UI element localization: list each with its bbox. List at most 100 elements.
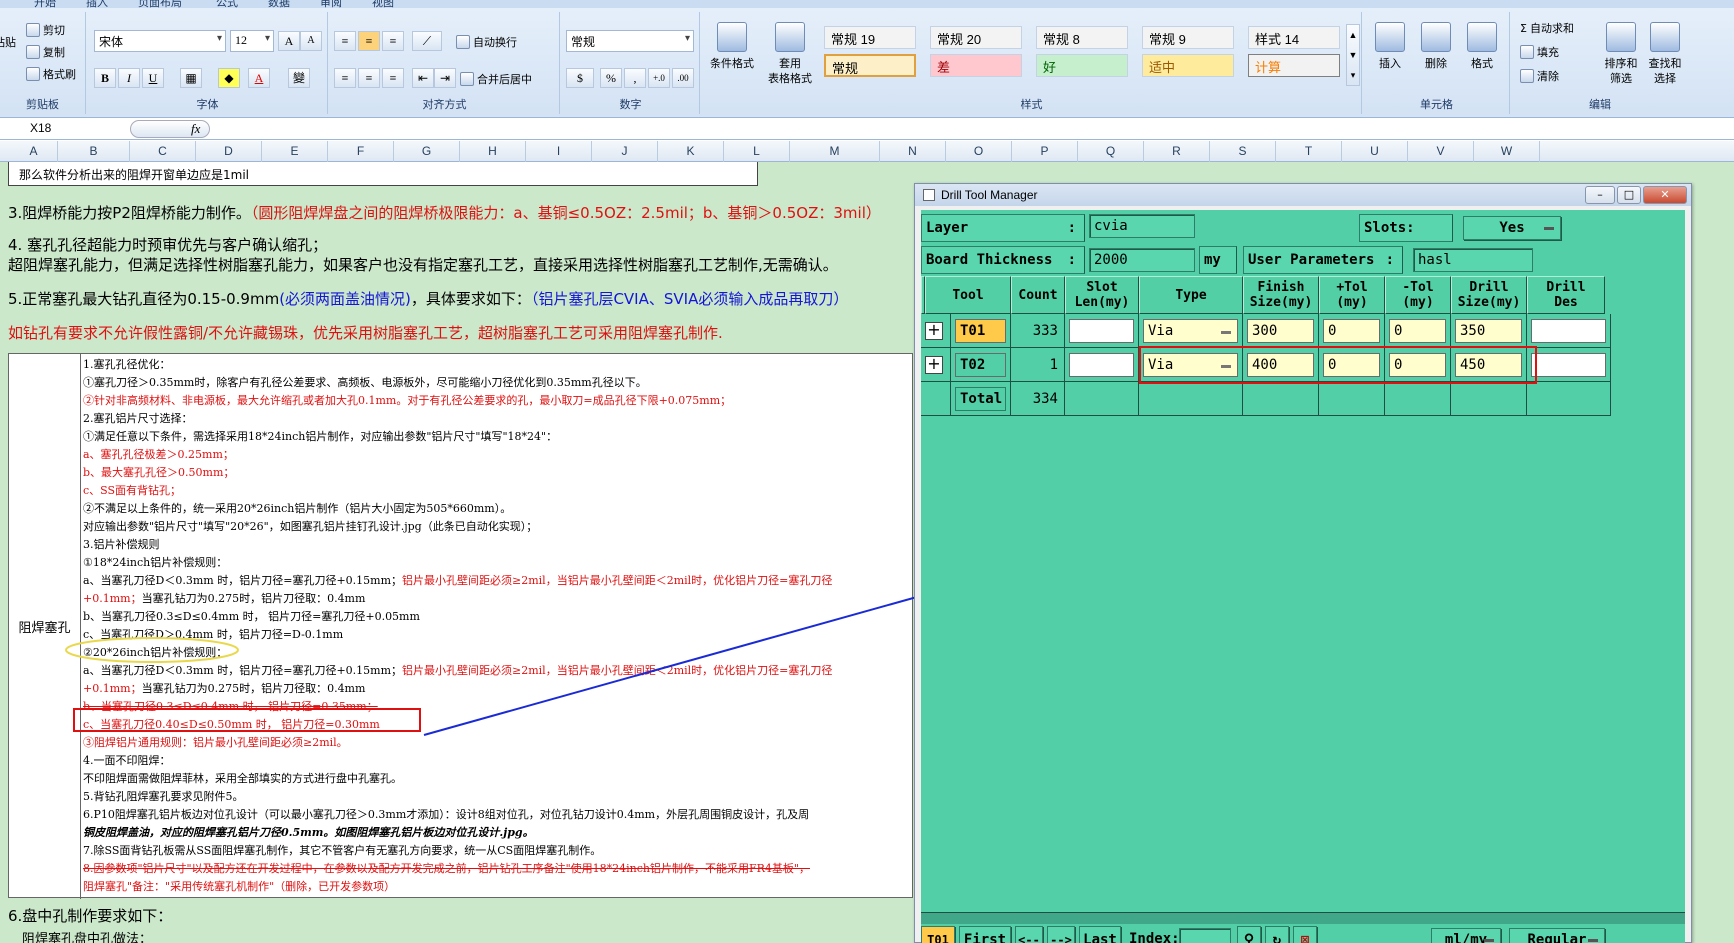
shrink-font-button[interactable]: A [300,31,322,51]
name-box[interactable]: X18 [0,119,128,139]
format-painter-button[interactable]: 格式刷 [26,66,76,82]
column-header-e[interactable]: E [262,141,328,162]
drill-input[interactable]: 350 [1455,319,1522,343]
style-14[interactable]: 样式 14 [1248,26,1340,49]
decrease-indent-button[interactable]: ⇤ [412,68,434,88]
decrease-decimal-button[interactable]: .00 [672,68,694,88]
style-normal-20[interactable]: 常规 20 [930,26,1022,49]
ptol-input[interactable]: 0 [1323,353,1380,377]
column-header-j[interactable]: J [592,141,658,162]
column-header-o[interactable]: O [946,141,1012,162]
tab-review[interactable]: 审阅 [320,0,342,8]
index-field[interactable] [1179,928,1231,943]
find-select-button[interactable]: 查找和 选择 [1644,22,1686,86]
column-header-d[interactable]: D [196,141,262,162]
des-input[interactable] [1531,319,1606,343]
align-center-button[interactable]: ≡ [358,68,380,88]
insert-button[interactable]: 插入 [1368,22,1412,71]
refresh-button[interactable]: ↻ [1265,926,1289,943]
currency-button[interactable]: $ [566,68,594,88]
mode-dropdown[interactable]: Regular [1509,928,1605,943]
increase-indent-button[interactable]: ⇥ [434,68,456,88]
drill-input[interactable]: 450 [1455,353,1522,377]
tab-insert[interactable]: 插入 [86,0,108,8]
ntol-input[interactable]: 0 [1389,353,1446,377]
column-header-p[interactable]: P [1012,141,1078,162]
column-header-n[interactable]: N [880,141,946,162]
bold-button[interactable]: B [94,68,116,88]
comma-button[interactable]: , [624,68,646,88]
column-header-m[interactable]: M [790,141,880,162]
autosum-button[interactable]: Σ 自动求和 [1520,20,1574,36]
layer-field[interactable]: cvia [1089,214,1195,238]
column-header-s[interactable]: S [1210,141,1276,162]
fill-button[interactable]: 填充 [1520,44,1559,60]
column-header-a[interactable]: A [10,141,58,162]
des-input[interactable] [1531,353,1606,377]
conditional-format-button[interactable]: 条件格式 [706,22,758,71]
column-header-h[interactable]: H [460,141,526,162]
expand-icon[interactable]: + [925,322,943,340]
style-normal[interactable]: 常规 [824,54,916,77]
column-header-k[interactable]: K [658,141,724,162]
number-format-select[interactable]: 常规 [566,30,694,52]
column-header-u[interactable]: U [1342,141,1408,162]
last-button[interactable]: Last [1079,926,1121,943]
horizontal-scrollbar[interactable] [921,912,1685,924]
search-button[interactable]: ⚲ [1237,926,1261,943]
tool-name[interactable]: T02 [955,353,1006,377]
increase-decimal-button[interactable]: +.0 [648,68,670,88]
tab-formulas[interactable]: 公式 [216,0,238,8]
sort-filter-button[interactable]: 排序和 筛选 [1600,22,1642,86]
column-header-b[interactable]: B [58,141,130,162]
tab-home[interactable]: 开始 [34,0,56,8]
expand-icon[interactable]: + [925,356,943,374]
style-good[interactable]: 好 [1036,54,1128,77]
format-as-table-button[interactable]: 套用 表格格式 [760,22,820,86]
thickness-field[interactable]: 2000 [1089,248,1195,272]
type-dropdown[interactable]: Via [1143,319,1238,343]
style-normal-9[interactable]: 常规 9 [1142,26,1234,49]
window-title[interactable]: Drill Tool Manager [915,184,1691,206]
style-neutral[interactable]: 适中 [1142,54,1234,77]
column-header-g[interactable]: G [394,141,460,162]
align-left-button[interactable]: ≡ [334,68,356,88]
wrap-text-button[interactable]: 自动换行 [456,34,517,50]
ntol-input[interactable]: 0 [1389,319,1446,343]
underline-button[interactable]: U [142,68,164,88]
orientation-button[interactable]: ⟋ [412,31,442,51]
paste-button[interactable]: 粘贴 [0,34,16,50]
cut-button[interactable]: 剪切 [26,22,65,38]
font-color-button[interactable]: A [248,68,270,88]
styles-scroll[interactable]: ▲ ▼ ▾ [1346,24,1360,86]
type-dropdown[interactable]: Via [1143,353,1238,377]
top-note-cell[interactable]: 那么软件分析出来的阻焊开窗单边应是1mil [8,162,758,186]
insert-function-icon[interactable]: fx [191,121,200,137]
align-middle-button[interactable]: ≡ [358,31,380,51]
border-button[interactable]: ▦ [180,68,202,88]
slots-dropdown[interactable]: Yes [1463,216,1561,240]
user-params-field[interactable]: hasl [1413,248,1533,272]
column-header-w[interactable]: W [1474,141,1540,162]
style-normal-19[interactable]: 常规 19 [824,26,916,49]
prev-button[interactable]: <-- [1015,926,1043,943]
column-header-v[interactable]: V [1408,141,1474,162]
align-right-button[interactable]: ≡ [382,68,404,88]
font-size-select[interactable]: 12 [230,30,274,52]
maximize-button[interactable]: □ [1617,186,1641,204]
column-header-t[interactable]: T [1276,141,1342,162]
tab-data[interactable]: 数据 [268,0,290,8]
copy-button[interactable]: 复制 [26,44,65,60]
next-button[interactable]: --> [1047,926,1075,943]
align-bottom-button[interactable]: ≡ [382,31,404,51]
merge-center-button[interactable]: 合并后居中 [460,71,532,87]
finish-input[interactable]: 400 [1247,353,1314,377]
column-header-q[interactable]: Q [1078,141,1144,162]
column-header-c[interactable]: C [130,141,196,162]
format-button[interactable]: 格式 [1460,22,1504,71]
column-header-i[interactable]: I [526,141,592,162]
clear-button[interactable]: 清除 [1520,68,1559,84]
tool-name[interactable]: T01 [955,319,1006,343]
delete-tool-button[interactable]: ⊠ [1293,926,1317,943]
percent-button[interactable]: % [600,68,622,88]
